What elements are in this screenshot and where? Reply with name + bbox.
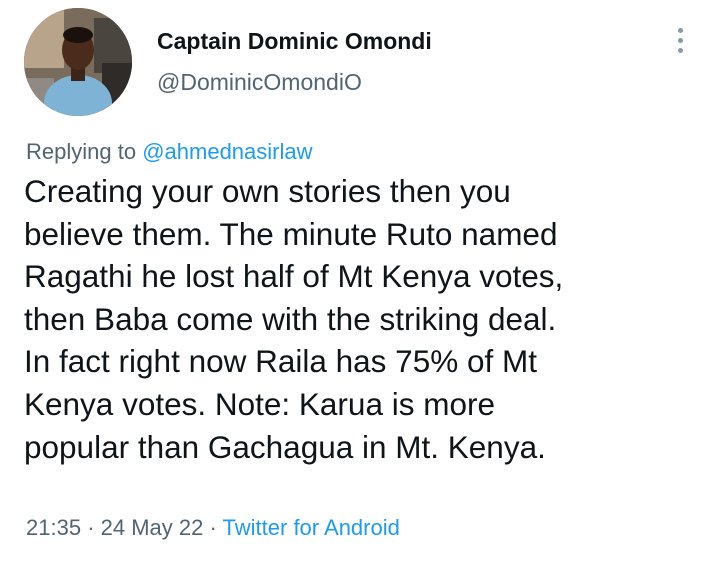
tweet-date[interactable]: 24 May 22 (101, 515, 204, 540)
dot (677, 37, 683, 43)
meta-separator: · (87, 515, 95, 540)
author-name[interactable]: Captain Dominic Omondi (157, 28, 432, 55)
dot (677, 27, 683, 33)
tweet-text-line: then Baba come with the striking deal. (24, 300, 557, 337)
tweet-source-link[interactable]: Twitter for Android (223, 515, 400, 540)
tweet-text-line: believe them. The minute Ruto named (24, 215, 558, 252)
reply-target-link[interactable]: @ahmednasirlaw (142, 139, 312, 164)
tweet-text-line: popular than Gachagua in Mt. Kenya. (24, 428, 546, 465)
reply-prefix: Replying to (26, 139, 137, 164)
author-handle[interactable]: @DominicOmondiO (157, 69, 362, 96)
tweet-card: Captain Dominic Omondi @DominicOmondiO R… (0, 0, 720, 565)
more-vertical-icon[interactable] (664, 22, 696, 58)
tweet-text-line: Ragathi he lost half of Mt Kenya votes, (24, 258, 564, 295)
avatar-photo (24, 8, 132, 116)
tweet-text-line: In fact right now Raila has 75% of Mt (24, 343, 537, 380)
avatar[interactable] (24, 8, 132, 116)
tweet-text-line: Kenya votes. Note: Karua is more (24, 385, 495, 422)
dot (677, 47, 683, 53)
reply-context: Replying to @ahmednasirlaw (26, 139, 313, 165)
tweet-time[interactable]: 21:35 (26, 515, 81, 540)
tweet-text: Creating your own stories then you belie… (24, 170, 704, 468)
tweet-text-line: Creating your own stories then you (24, 173, 511, 209)
tweet-meta: 21:35 · 24 May 22 · Twitter for Android (26, 515, 400, 541)
meta-separator: · (209, 515, 217, 540)
